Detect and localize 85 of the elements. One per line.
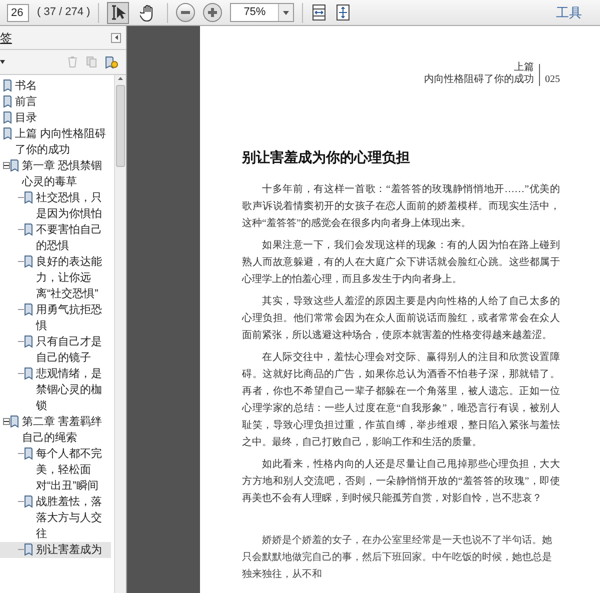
tree-connector: [18, 501, 24, 502]
bookmark-item[interactable]: 悲观情绪，是禁锢心灵的枷锁: [0, 366, 111, 414]
bookmark-label: 第一章 恐惧禁锢心灵的毒草: [22, 158, 104, 190]
bookmark-icon: [24, 255, 33, 268]
fit-page-icon[interactable]: [335, 4, 352, 21]
bookmark-label: 别让害羞成为: [36, 542, 103, 558]
bookmark-label: 每个人都不完美，轻松面对“出丑”瞬间: [36, 446, 103, 494]
body-paragraph: 在人际交往中，羞怯心理会对交际、赢得别人的注目和欣赏设置障碍。这就好比商品的广告，如果你总认为酒香不怕巷子深，那就错了。再者，你也不希望自己一辈子都躲在一个角落里，被人遗忘。正如一位心理学家的总结：一些人过度在意“自我形象”，唯恐言行有误，被别人耻笑，导致心理负担过重，作茧自缚，举步维艰，整日陷入紧张与羞怯之中。最终，自己打败自己，影响工作和生活的质量。: [242, 350, 560, 450]
text-cursor-arrow-icon: [110, 4, 126, 21]
bookmark-icon: [24, 223, 33, 236]
options-caret-icon[interactable]: [0, 60, 5, 64]
running-header-part: 上篇: [514, 62, 534, 74]
body-paragraph: 如果注意一下，我们会发现这样的现象：有的人因为怕在路上碰到熟人而故意躲避，有的人在大庭广众下讲话就会脸红心跳。这些都属于心理学上的怕羞心理，而且多发生于内向者身上。: [242, 238, 560, 287]
bookmark-label: 前言: [15, 94, 38, 110]
bookmark-item[interactable]: 良好的表达能力，让你远离“社交恐惧”: [0, 254, 111, 302]
running-header-title: 内向性格阻碍了你的成功: [424, 74, 534, 86]
bookmark-icon: [10, 415, 19, 428]
bookmark-item[interactable]: 上篇 内向性格阻碍了你的成功: [0, 126, 111, 158]
tree-connector: [18, 373, 24, 374]
bookmark-label: 书名: [15, 79, 38, 94]
bookmark-item[interactable]: 别让害羞成为: [0, 542, 111, 558]
bookmark-label: 良好的表达能力，让你远离“社交恐惧”: [36, 254, 103, 302]
body-paragraph: 其实，导致这些人羞涩的原因主要是内向性格的人给了自己太多的心理负担。他们常常会因为在众人面前说话而脸红，或者常常会在众人面前紧张，所以逃避这种场合，使原本就害羞的性格变得越来越羞涩。: [242, 294, 560, 343]
tree-connector: [18, 229, 24, 230]
case-paragraph: 娇娇是个娇羞的女子，在办公室里经常是一天也说不了半句话。她只会默默地做完自己的事，然后下班回家。中午吃饭的时候，她也总是独来独往，从不和: [242, 534, 553, 582]
collapse-icon[interactable]: [3, 418, 10, 425]
bookmark-label: 只有自己才是自己的镜子: [36, 335, 103, 366]
zoom-out-button[interactable]: [176, 3, 196, 22]
tree-connector: [18, 549, 24, 550]
tree-connector: [18, 197, 24, 198]
bookmark-item[interactable]: 每个人都不完美，轻松面对“出丑”瞬间: [0, 446, 111, 494]
tree-connector: [18, 341, 24, 342]
zoom-in-button[interactable]: [203, 3, 222, 22]
bookmark-item[interactable]: 只有自己才是自己的镜子: [0, 334, 111, 366]
bookmark-item[interactable]: 不要害怕自己的恐惧: [0, 222, 111, 254]
bookmark-label: 社交恐惧，只是因为你惧怕: [36, 190, 103, 222]
bookmark-item[interactable]: 书名: [0, 78, 111, 94]
page-count: ( 37 / 274 ): [37, 5, 90, 20]
scrollbar-thumb[interactable]: [116, 85, 125, 167]
new-bookmark-icon[interactable]: [105, 56, 118, 68]
tools-link[interactable]: 工具: [556, 2, 582, 22]
tree-connector: [18, 309, 24, 310]
zoom-dropdown[interactable]: 75%: [230, 3, 294, 22]
bookmark-icon: [24, 191, 33, 204]
tree-connector: [18, 261, 24, 262]
bookmark-label: 用勇气抗拒恐惧: [36, 303, 103, 334]
bookmark-icon: [3, 95, 12, 108]
bookmark-item[interactable]: 目录: [0, 110, 111, 126]
bookmark-icon: [24, 495, 33, 508]
bookmark-label: 第二章 害羞羁绊自己的绳索: [22, 414, 104, 446]
scrollbar[interactable]: [114, 75, 126, 593]
bookmark-item[interactable]: 第一章 恐惧禁锢心灵的毒草: [0, 158, 111, 190]
body-paragraph: 如此看来，性格内向的人还是尽量让自己甩掉那些心理负担，大大方方地和别人交流吧，否则，一朵静悄悄开放的“羞答答的玫瑰”，即使再美也不会有人理睬，到时候只能孤芳自赏，对影自怜，岂不悲哀？: [242, 458, 560, 506]
fit-width-icon[interactable]: [311, 4, 328, 21]
bookmark-icon: [3, 79, 12, 92]
scroll-up-icon[interactable]: [118, 77, 123, 80]
bookmark-icon: [3, 111, 12, 124]
page-number: 025: [545, 74, 560, 86]
bookmark-icon: [24, 367, 33, 380]
bookmark-item[interactable]: 第二章 害羞羁绊自己的绳索: [0, 414, 111, 446]
bookmark-icon: [10, 159, 19, 172]
bookmark-label: 悲观情绪，是禁锢心灵的枷锁: [36, 366, 103, 414]
collapse-panel-button[interactable]: [111, 32, 121, 42]
section-title: 别让害羞成为你的心理负担: [242, 148, 411, 168]
caret-icon: [283, 10, 290, 14]
bookmark-label: 上篇 内向性格阻碍了你的成功: [15, 127, 108, 158]
bookmark-icon: [24, 335, 33, 348]
collapse-icon[interactable]: [3, 162, 10, 169]
bookmark-label: 战胜羞怯，落落大方与人交往: [36, 494, 103, 542]
bookmark-item[interactable]: 用勇气抗拒恐惧: [0, 302, 111, 334]
caret-icon: [114, 35, 118, 40]
bookmark-icon: [24, 447, 33, 460]
bookmark-label: 不要害怕自己的恐惧: [36, 222, 103, 254]
bookmark-icon: [3, 127, 12, 140]
bookmark-label: 目录: [15, 111, 38, 126]
bookmark-icon: [24, 303, 33, 316]
body-paragraph: 十多年前，有这样一首歌：“羞答答的玫瑰静悄悄地开……”优美的歌声诉说着情窦初开的女孩子在恋人面前的娇羞模样。而现实生活中，这种“羞答答”的感觉会在很多内向者身上体现出来。: [242, 182, 560, 231]
page-number-field[interactable]: 26: [7, 4, 29, 22]
bookmark-icon: [24, 543, 33, 556]
select-tool-button[interactable]: [107, 2, 130, 24]
tree-connector: [18, 453, 24, 454]
bookmark-item[interactable]: 前言: [0, 94, 111, 110]
bookmark-item[interactable]: 社交恐惧，只是因为你惧怕: [0, 190, 111, 222]
panel-title: 签: [0, 30, 12, 46]
bookmark-item[interactable]: 战胜羞怯，落落大方与人交往: [0, 494, 111, 542]
